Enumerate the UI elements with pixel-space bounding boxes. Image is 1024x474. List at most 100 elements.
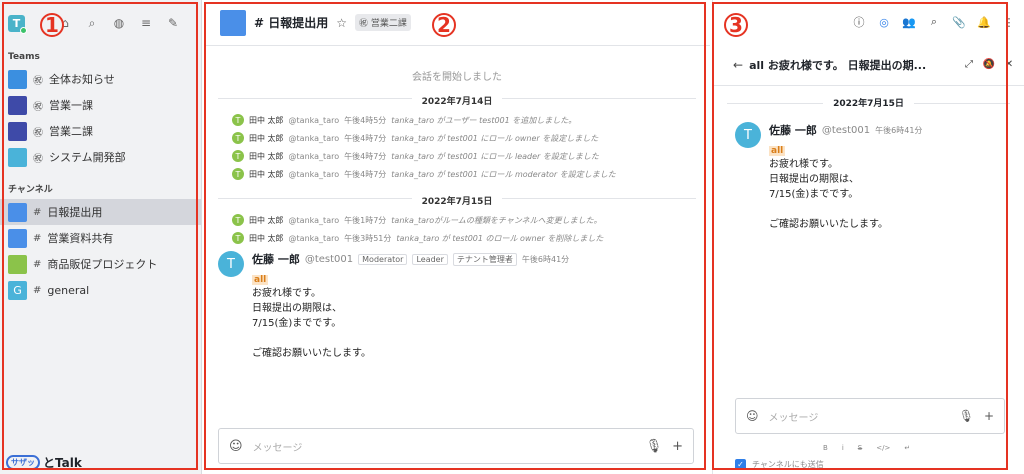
annotation-badge-3: 3 [724, 13, 748, 37]
plus-icon[interactable]: + [672, 439, 683, 454]
team-tag[interactable]: ㊗ 営業二課 [355, 14, 411, 31]
system-messages-group: T 田中 太郎 @tanka_taro 午後4時5分 tanka_taro がユーザー … [204, 111, 710, 183]
plus-icon[interactable]: + [984, 409, 994, 423]
sender-username: @tanka_taro [288, 215, 340, 225]
avatar[interactable]: T [232, 214, 244, 226]
avatar[interactable]: T [232, 132, 244, 144]
date-divider: 2022年7月15日 [218, 189, 696, 209]
message-time: 午後6時41分 [521, 254, 570, 264]
emoji-icon[interactable]: ☺ [746, 409, 759, 423]
annotation-badge-1: 1 [40, 13, 64, 37]
channel-hash-icon: # [33, 258, 42, 270]
strike-button[interactable]: S [858, 444, 862, 452]
bold-button[interactable]: B [823, 444, 828, 452]
sidebar-item-channel[interactable]: # 日報提出用 [0, 199, 201, 225]
message-line: お疲れ様です。 [769, 159, 838, 170]
sender-name[interactable]: 田中 太郎 [249, 133, 284, 144]
close-icon[interactable]: ✕ [1002, 59, 1016, 70]
message-line: 日報提出の期限は、 [769, 174, 859, 185]
message-header: 佐藤 一郎 @test001 午後6時41分 [769, 122, 922, 138]
channel-hash-icon: # [33, 206, 42, 218]
sender-name[interactable]: 田中 太郎 [249, 151, 284, 162]
compose-icon[interactable]: ✎ [166, 16, 180, 31]
channels-section-label: チャンネル [8, 185, 53, 195]
sender-username: @tanka_taro [288, 169, 340, 179]
search-icon[interactable]: ⌕ [927, 15, 941, 29]
sidebar: T ⌂ ⌕ ◍ ≡ ✎ Teams ㊗全体お知らせ㊗営業一課㊗営業二課㊗システム… [0, 0, 202, 474]
channels-list: # 日報提出用 # 営業資料共有 # 商品販促プロジェクト G # general [0, 199, 201, 303]
threads-icon[interactable]: ◎ [877, 16, 891, 29]
microphone-icon[interactable]: 🎙 [959, 409, 974, 423]
emoji-icon[interactable]: ☺ [229, 439, 243, 454]
sidebar-item-label: 全体お知らせ [49, 73, 115, 86]
message-header: 佐藤 一郎 @test001 Moderator Leader テナント管理者 … [252, 251, 569, 267]
sidebar-item-label: 日報提出用 [47, 206, 103, 219]
teams-section-label: Teams [8, 52, 40, 62]
message-body: お疲れ様です。 日報提出の期限は、 7/15(金)までです。 ご確認お願いいたし… [769, 157, 922, 232]
sort-icon[interactable]: ≡ [139, 16, 153, 31]
attachment-icon[interactable]: 📎 [952, 16, 966, 29]
sender-name[interactable]: 田中 太郎 [249, 215, 284, 226]
avatar[interactable]: T [735, 122, 761, 148]
italic-button[interactable]: i [842, 444, 844, 452]
avatar[interactable]: T [232, 114, 244, 126]
back-arrow-icon[interactable]: ← [733, 58, 743, 72]
kebab-menu-icon[interactable]: ⋮ [1002, 16, 1016, 29]
thread-composer[interactable]: ☺ メッセージ 🎙 + [735, 398, 1005, 434]
workspace-logo[interactable]: T [8, 14, 27, 34]
avatar[interactable]: T [232, 232, 244, 244]
sidebar-item-team[interactable]: ㊗システム開発部 [0, 144, 201, 170]
members-icon[interactable]: 👥 [902, 16, 916, 29]
newline-button[interactable]: ↵ [904, 444, 910, 452]
mention-all[interactable]: all [769, 146, 786, 156]
notification-bell-icon[interactable]: 🔔 [977, 16, 991, 29]
message[interactable]: T 佐藤 一郎 @test001 Moderator Leader テナント管理… [204, 247, 710, 365]
message-time: 午後4時7分 [344, 169, 387, 179]
message-line: お疲れ様です。 [252, 288, 321, 299]
message-composer[interactable]: ☺ メッセージ 🎙 + [218, 428, 694, 464]
sidebar-item-team[interactable]: ㊗営業二課 [0, 118, 201, 144]
team-icon: ㊗ [33, 101, 43, 113]
message-line: ご確認お願いいたします。 [769, 219, 888, 230]
search-icon[interactable]: ⌕ [85, 16, 99, 31]
avatar[interactable]: T [218, 251, 244, 277]
message-input[interactable]: メッセージ [253, 439, 636, 454]
mention-all[interactable]: all [252, 275, 269, 285]
sender-name[interactable]: 田中 太郎 [249, 169, 284, 180]
thread-message-input[interactable]: メッセージ [769, 409, 949, 424]
avatar[interactable]: T [232, 168, 244, 180]
sidebar-item-channel[interactable]: # 営業資料共有 [0, 225, 201, 251]
microphone-icon[interactable]: 🎙 [646, 439, 663, 454]
channel-avatar [220, 9, 246, 36]
sender-name[interactable]: 田中 太郎 [249, 115, 284, 126]
favorite-star-icon[interactable]: ☆ [336, 16, 347, 30]
room-avatar [8, 95, 27, 115]
mute-bell-icon[interactable]: 🔕 [982, 59, 996, 70]
team-tag-label: 営業二課 [370, 19, 407, 29]
sidebar-item-team[interactable]: ㊗営業一課 [0, 92, 201, 118]
checkbox[interactable]: ✓ [735, 459, 746, 470]
sidebar-item-team[interactable]: ㊗全体お知らせ [0, 66, 201, 92]
system-message-text: tanka_taro が test001 にロール leader を設定しました [391, 151, 599, 161]
sender-name[interactable]: 田中 太郎 [249, 233, 284, 244]
sender-name[interactable]: 佐藤 一郎 [252, 251, 300, 267]
also-send-to-channel[interactable]: ✓ チャンネルにも送信 [735, 459, 824, 470]
message-content: 佐藤 一郎 @test001 Moderator Leader テナント管理者 … [252, 251, 569, 361]
expand-icon[interactable]: ⤢ [962, 59, 976, 70]
message-time: 午後4時7分 [344, 151, 387, 161]
sender-username: @tanka_taro [288, 115, 340, 125]
sidebar-item-channel[interactable]: # 商品販促プロジェクト [0, 251, 201, 277]
thread-message[interactable]: T 佐藤 一郎 @test001 午後6時41分 all お疲れ様です。 日報提… [713, 118, 1024, 236]
app-window: T ⌂ ⌕ ◍ ≡ ✎ Teams ㊗全体お知らせ㊗営業一課㊗営業二課㊗システム… [0, 0, 1024, 474]
info-icon[interactable]: ⓘ [852, 14, 866, 30]
avatar[interactable]: T [232, 150, 244, 162]
directory-globe-icon[interactable]: ◍ [112, 16, 126, 31]
sidebar-item-channel[interactable]: G # general [0, 277, 201, 303]
checkbox-label: チャンネルにも送信 [752, 460, 824, 469]
room-avatar [8, 69, 27, 89]
message-time: 午後6時41分 [875, 125, 923, 135]
role-badge: Leader [412, 253, 448, 265]
code-button[interactable]: </> [876, 444, 890, 452]
role-badge: Moderator [358, 253, 408, 265]
sender-name[interactable]: 佐藤 一郎 [769, 122, 817, 138]
